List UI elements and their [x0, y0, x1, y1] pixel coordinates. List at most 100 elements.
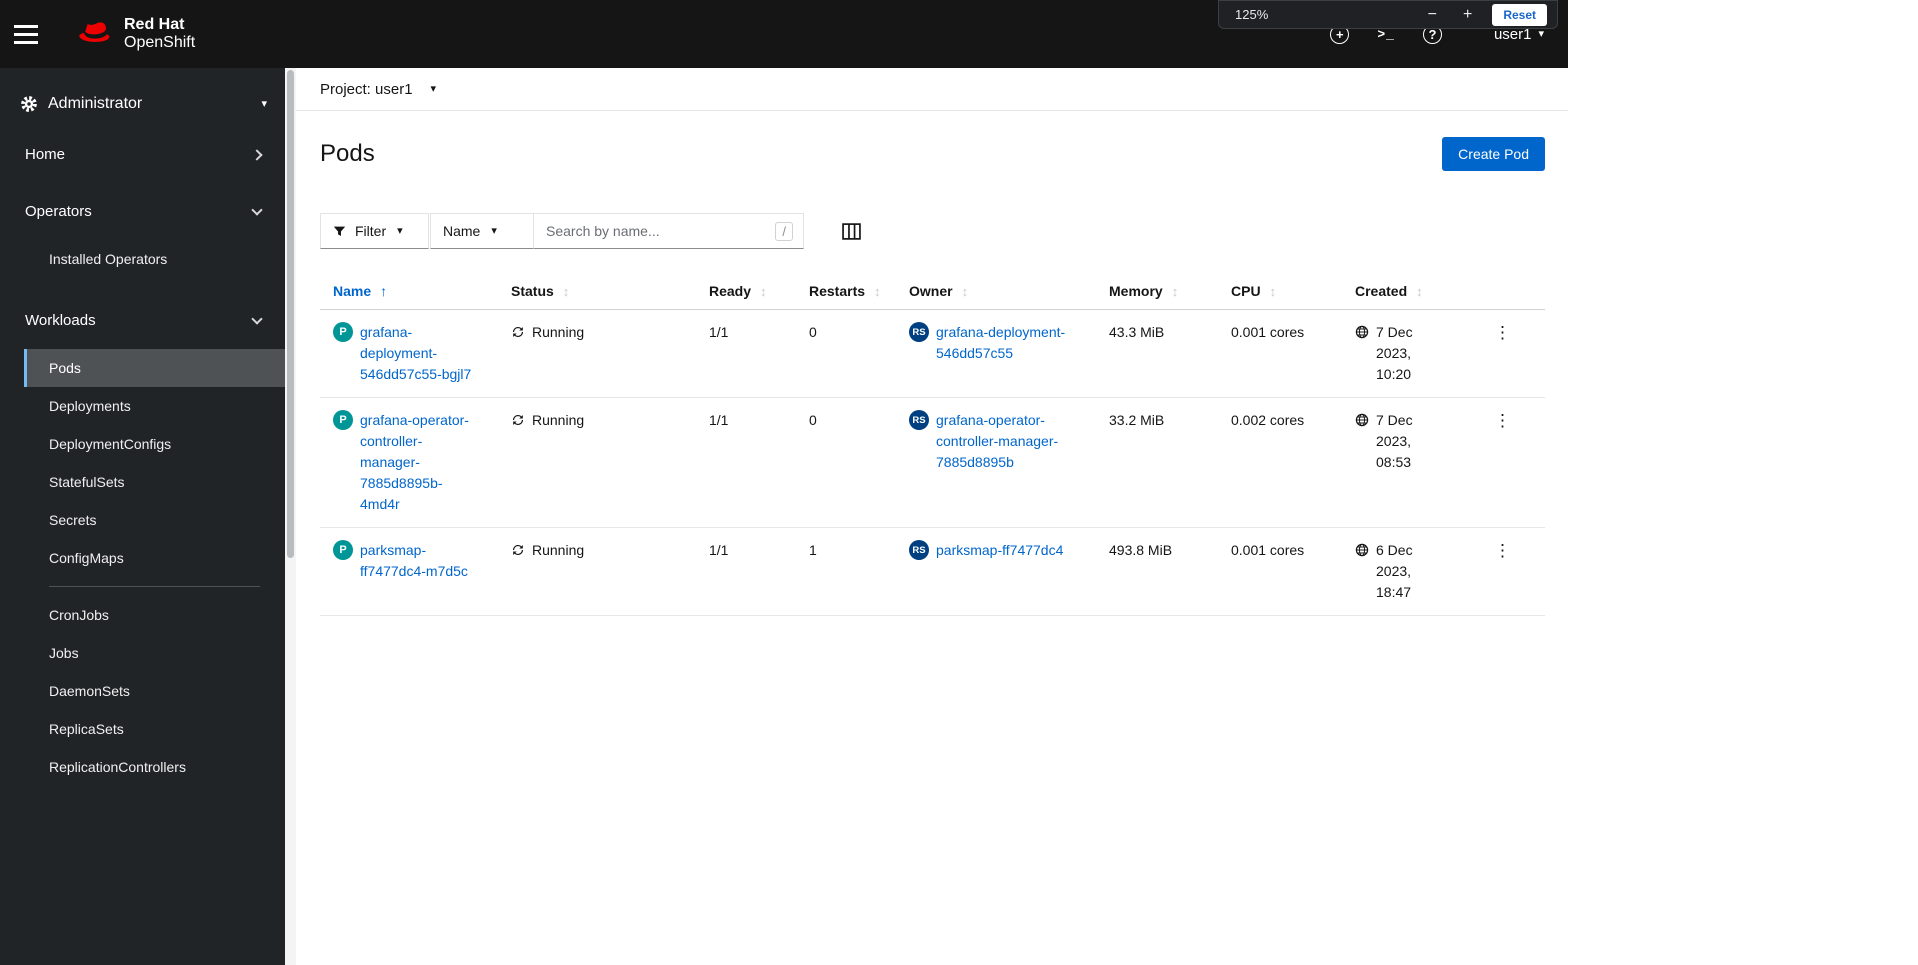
globe-icon	[1355, 543, 1369, 557]
sidebar-item-workloads[interactable]: Workloads	[0, 292, 285, 349]
zoom-out-button[interactable]: −	[1422, 6, 1443, 23]
column-header-ready[interactable]: Ready ↕	[696, 275, 796, 309]
chevron-right-icon	[251, 148, 263, 161]
kebab-menu-button[interactable]: ⋮	[1490, 540, 1515, 561]
sidebar-nav: Administrator ▾ Home Operators Installed…	[0, 68, 285, 965]
search-input[interactable]	[546, 223, 776, 239]
columns-icon	[842, 222, 861, 240]
running-sync-icon	[511, 543, 525, 557]
sidebar-item-jobs[interactable]: Jobs	[0, 634, 285, 672]
sidebar-item-operators[interactable]: Operators	[0, 183, 285, 240]
scrollbar-thumb[interactable]	[287, 70, 294, 558]
column-header-status[interactable]: Status ↕	[498, 275, 696, 309]
create-pod-button[interactable]: Create Pod	[1442, 137, 1545, 171]
column-header-owner[interactable]: Owner ↕	[896, 275, 1096, 309]
zoom-in-button[interactable]: +	[1457, 6, 1478, 23]
page-header: Pods Create Pod	[296, 111, 1568, 171]
owner-link[interactable]: grafana-operator-controller-manager-7885…	[936, 410, 1080, 473]
restarts-cell: 0	[809, 412, 817, 428]
sort-icon: ↕	[760, 283, 767, 299]
sidebar-item-deploymentconfigs[interactable]: DeploymentConfigs	[0, 425, 285, 463]
filter-dropdown[interactable]: Filter ▾	[320, 213, 429, 249]
sidebar-item-pods[interactable]: Pods	[24, 349, 285, 387]
sort-icon: ↕	[874, 283, 881, 299]
perspective-switcher[interactable]: Administrator ▾	[0, 82, 285, 126]
filter-funnel-icon	[333, 226, 346, 236]
zoom-reset-button[interactable]: Reset	[1492, 3, 1547, 26]
sidebar-item-cronjobs[interactable]: CronJobs	[0, 596, 285, 634]
search-attribute-dropdown[interactable]: Name ▾	[430, 213, 534, 249]
table-row: P parksmap-ff7477dc4-m7d5c Running 1/1 1…	[320, 528, 1545, 616]
replicaset-badge: RS	[909, 540, 929, 560]
pod-badge: P	[333, 410, 353, 430]
status-cell: Running	[498, 528, 696, 615]
sidebar-item-deployments[interactable]: Deployments	[0, 387, 285, 425]
kebab-menu-button[interactable]: ⋮	[1490, 410, 1515, 431]
zoom-level: 125%	[1235, 7, 1269, 22]
sidebar-item-daemonsets[interactable]: DaemonSets	[0, 672, 285, 710]
gear-icon	[21, 96, 37, 112]
browser-zoom-bubble: 125% − + Reset	[1218, 0, 1558, 29]
slash-shortcut-hint: /	[775, 221, 793, 241]
created-cell: 6 Dec 2023, 18:47	[1342, 528, 1461, 615]
sidebar-item-replicationcontrollers[interactable]: ReplicationControllers	[0, 748, 285, 786]
cpu-cell: 0.002 cores	[1231, 412, 1305, 428]
name-cell: P grafana-deployment-546dd57c55-bgjl7	[320, 310, 498, 397]
column-header-restarts[interactable]: Restarts ↕	[796, 275, 896, 309]
status-cell: Running	[498, 398, 696, 527]
sidebar-item-replicasets[interactable]: ReplicaSets	[0, 710, 285, 748]
chevron-down-icon: ▾	[1538, 27, 1544, 40]
page-title: Pods	[320, 140, 375, 167]
sidebar-item-installed-operators[interactable]: Installed Operators	[0, 240, 285, 278]
column-header-name[interactable]: Name ↑	[320, 275, 498, 309]
browser-window: Red Hat OpenShift + >_ ? user1 ▾ 125% − …	[0, 0, 1568, 965]
project-selector[interactable]: Project: user1 ▾	[320, 81, 436, 98]
nav-toggle-button[interactable]	[14, 14, 54, 54]
sort-icon: ↕	[562, 283, 570, 299]
sort-icon: ↕	[1171, 283, 1179, 299]
table-header-row: Name ↑ Status ↕ Ready ↕ Restarts ↕ Owner…	[320, 275, 1545, 310]
redhat-fedora-icon	[79, 22, 110, 42]
sidebar-scrollbar[interactable]	[285, 68, 296, 965]
column-header-created[interactable]: Created ↕	[1342, 275, 1461, 309]
memory-cell: 33.2 MiB	[1109, 412, 1165, 428]
chevron-down-icon: ▾	[261, 97, 267, 110]
cpu-cell: 0.001 cores	[1231, 542, 1305, 558]
kebab-menu-button[interactable]: ⋮	[1490, 322, 1515, 343]
sidebar-item-secrets[interactable]: Secrets	[0, 501, 285, 539]
actions-cell: ⋮	[1461, 528, 1545, 615]
column-header-cpu[interactable]: CPU ↕	[1218, 275, 1342, 309]
chevron-down-icon: ▾	[430, 82, 437, 95]
created-cell: 7 Dec 2023, 08:53	[1342, 398, 1461, 527]
workloads-subnav: Pods Deployments DeploymentConfigs State…	[0, 349, 285, 800]
nav-divider	[49, 586, 260, 587]
brand-line2: OpenShift	[124, 34, 196, 51]
manage-columns-button[interactable]	[842, 222, 861, 240]
sort-ascending-icon: ↑	[380, 283, 388, 299]
name-cell: P parksmap-ff7477dc4-m7d5c	[320, 528, 498, 615]
table-row: P grafana-deployment-546dd57c55-bgjl7 Ru…	[320, 310, 1545, 398]
actions-cell: ⋮	[1461, 398, 1545, 527]
globe-icon	[1355, 325, 1369, 339]
pod-badge: P	[333, 322, 353, 342]
perspective-label: Administrator	[48, 95, 143, 112]
status-cell: Running	[498, 310, 696, 397]
pod-name-link[interactable]: grafana-deployment-546dd57c55-bgjl7	[360, 322, 482, 385]
sidebar-item-configmaps[interactable]: ConfigMaps	[0, 539, 285, 577]
globe-icon	[1355, 413, 1369, 427]
owner-cell: RS grafana-deployment-546dd57c55	[896, 310, 1096, 397]
created-cell: 7 Dec 2023, 10:20	[1342, 310, 1461, 397]
sidebar-item-home[interactable]: Home	[0, 126, 285, 183]
column-header-memory[interactable]: Memory ↕	[1096, 275, 1218, 309]
owner-link[interactable]: parksmap-ff7477dc4	[936, 540, 1063, 561]
hamburger-icon	[14, 24, 38, 28]
pod-name-link[interactable]: parksmap-ff7477dc4-m7d5c	[360, 540, 482, 582]
sort-icon: ↕	[1269, 283, 1277, 299]
chevron-down-icon: ▾	[491, 224, 497, 237]
project-label: Project: user1	[320, 80, 413, 98]
sidebar-item-statefulsets[interactable]: StatefulSets	[0, 463, 285, 501]
pod-badge: P	[333, 540, 353, 560]
pod-name-link[interactable]: grafana-operator-controller-manager-7885…	[360, 410, 482, 515]
owner-link[interactable]: grafana-deployment-546dd57c55	[936, 322, 1080, 364]
operators-subnav: Installed Operators	[0, 240, 285, 292]
